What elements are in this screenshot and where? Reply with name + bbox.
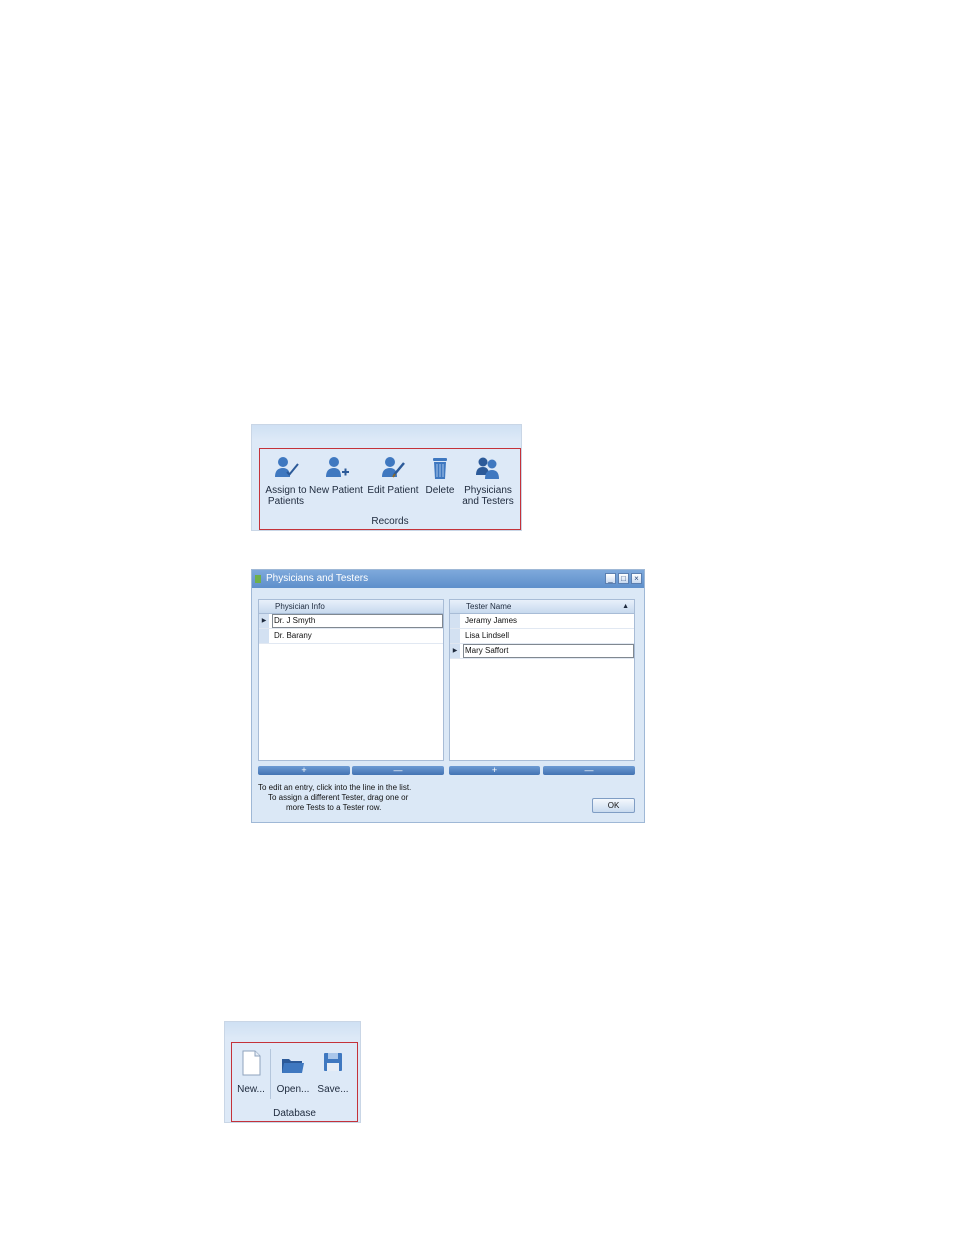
remove-tester-button[interactable]: —: [543, 766, 635, 775]
database-ribbon-group: New... Open... Save... Database: [224, 1021, 361, 1123]
minimize-icon[interactable]: _: [605, 573, 616, 584]
help-line: To edit an entry, click into the line in…: [258, 783, 412, 792]
save-database-button[interactable]: Save...: [314, 1049, 352, 1095]
records-ribbon-group: Assign to Patients New Patient Edit Pati…: [251, 424, 522, 531]
users-group-icon: [476, 457, 499, 479]
table-row[interactable]: ▶ Mary Saffort: [450, 644, 634, 659]
assign-to-patients-button[interactable]: Assign to Patients: [262, 455, 310, 507]
column-header-label: Physician Info: [275, 602, 325, 611]
help-text: To edit an entry, click into the line in…: [258, 783, 458, 813]
button-label: New...: [237, 1084, 265, 1095]
table-row[interactable]: ▶ Dr. J Smyth: [259, 614, 443, 629]
physician-cell[interactable]: Dr. Barany: [272, 629, 443, 643]
ok-button[interactable]: OK: [592, 798, 635, 813]
help-line: more Tests to a Tester row.: [286, 803, 382, 812]
new-database-button[interactable]: New...: [234, 1049, 268, 1095]
dialog-title: Physicians and Testers: [266, 573, 369, 584]
physician-cell[interactable]: Dr. J Smyth: [272, 614, 443, 628]
close-icon[interactable]: ×: [631, 573, 642, 584]
floppy-save-icon: [324, 1053, 342, 1071]
new-patient-button[interactable]: New Patient: [308, 455, 364, 496]
column-header-label: Tester Name: [466, 602, 512, 611]
add-physician-button[interactable]: +: [258, 766, 350, 775]
physicians-and-testers-button[interactable]: Physicians and Testers: [458, 455, 518, 507]
button-label: Physicians and Testers: [462, 485, 514, 507]
remove-physician-button[interactable]: —: [352, 766, 444, 775]
edit-patient-button[interactable]: Edit Patient: [366, 455, 420, 496]
new-document-icon: [242, 1050, 261, 1076]
app-icon: [255, 575, 261, 583]
help-line: To assign a different Tester, drag one o…: [268, 793, 409, 802]
add-tester-button[interactable]: +: [449, 766, 540, 775]
testers-grid[interactable]: Tester Name ▲ Jeramy James Lisa Lindsell…: [449, 599, 635, 761]
row-selector: [450, 614, 460, 628]
edit-patient-icon: [382, 457, 405, 478]
table-row[interactable]: Jeramy James: [450, 614, 634, 629]
assign-patient-icon: [275, 457, 299, 477]
new-patient-icon: [326, 457, 349, 477]
row-indicator-icon: ▶: [259, 614, 269, 628]
physician-info-header[interactable]: Physician Info: [259, 600, 443, 614]
tester-cell[interactable]: Mary Saffort: [463, 644, 634, 658]
row-selector: [259, 629, 269, 643]
tester-cell[interactable]: Lisa Lindsell: [463, 629, 634, 643]
table-row[interactable]: Dr. Barany: [259, 629, 443, 644]
separator: [270, 1049, 271, 1099]
highlight-frame: Assign to Patients New Patient Edit Pati…: [259, 448, 521, 530]
button-label: New Patient: [309, 485, 363, 496]
row-indicator-icon: ▶: [450, 644, 460, 658]
tester-cell[interactable]: Jeramy James: [463, 614, 634, 628]
dialog-title-bar[interactable]: Physicians and Testers _ □ ×: [252, 570, 644, 588]
button-label: Delete: [425, 485, 455, 496]
delete-button[interactable]: Delete: [422, 455, 458, 496]
tester-name-header[interactable]: Tester Name ▲: [450, 600, 634, 614]
button-label: Edit Patient: [367, 485, 419, 496]
table-row[interactable]: Lisa Lindsell: [450, 629, 634, 644]
row-selector: [450, 629, 460, 643]
button-label: Save...: [317, 1084, 349, 1095]
group-label: Records: [371, 516, 409, 527]
physicians-grid[interactable]: Physician Info ▶ Dr. J Smyth Dr. Barany: [258, 599, 444, 761]
button-label: Assign to Patients: [265, 485, 307, 507]
group-label: Database: [273, 1108, 316, 1119]
open-database-button[interactable]: Open...: [274, 1049, 312, 1095]
button-label: Open...: [276, 1084, 310, 1095]
trash-icon: [433, 458, 447, 479]
folder-open-icon: [282, 1059, 304, 1073]
maximize-icon[interactable]: □: [618, 573, 629, 584]
sort-ascending-icon: ▲: [622, 603, 629, 610]
physicians-and-testers-dialog: Physicians and Testers _ □ × Physician I…: [251, 569, 645, 823]
highlight-frame: New... Open... Save... Database: [231, 1042, 358, 1122]
